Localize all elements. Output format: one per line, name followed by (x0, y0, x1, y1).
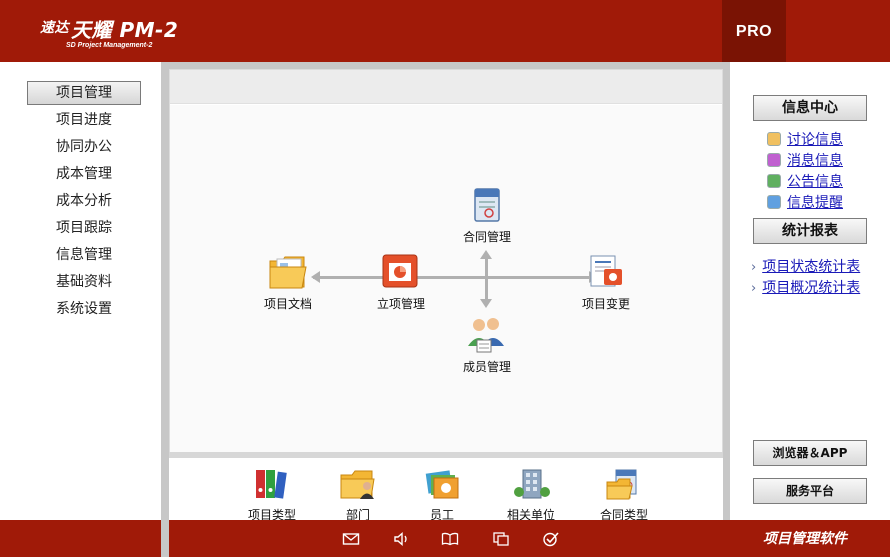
arrow-up (480, 250, 492, 259)
reports-button[interactable]: 统计报表 (753, 218, 867, 244)
connector-horizontal (313, 276, 593, 279)
discussion-icon (767, 132, 781, 146)
document-change-icon (590, 255, 622, 287)
bottom-item-contract-type[interactable]: 合同类型 (584, 468, 664, 523)
message-icon (767, 153, 781, 167)
info-center-button[interactable]: 信息中心 (753, 95, 867, 121)
node-project-docs[interactable]: 项目文档 (243, 251, 333, 312)
department-folder-icon (340, 470, 375, 499)
footer-left (0, 520, 161, 557)
nav-item-project-tracking[interactable]: 项目跟踪 (27, 216, 141, 240)
building-icon (514, 469, 550, 499)
browser-app-button[interactable]: 浏览器＆APP (753, 440, 867, 466)
nav-item-info-management[interactable]: 信息管理 (27, 243, 141, 267)
info-link-message[interactable]: 消息信息 (767, 151, 843, 171)
nav-item-project-management[interactable]: 项目管理 (27, 81, 141, 105)
book-icon[interactable] (441, 531, 459, 547)
mail-icon[interactable] (342, 531, 360, 547)
employee-cards-icon (425, 470, 459, 499)
users-icon (468, 318, 504, 353)
nav-item-system-settings[interactable]: 系统设置 (27, 297, 141, 321)
info-link-text[interactable]: 信息提醒 (787, 195, 843, 211)
logo-small-text: 速达 (40, 20, 69, 36)
chevron-right-icon: › (751, 281, 757, 296)
main-panel-toolbar (170, 70, 722, 104)
nav-item-basic-data[interactable]: 基础资料 (27, 270, 141, 294)
reminder-icon (767, 195, 781, 209)
folder-icon (269, 256, 307, 289)
report-link-text[interactable]: 项目概况统计表 (762, 280, 860, 296)
info-link-text[interactable]: 公告信息 (787, 174, 843, 190)
bottom-item-department[interactable]: 部门 (318, 468, 398, 523)
info-link-reminder[interactable]: 信息提醒 (767, 193, 843, 213)
info-link-text[interactable]: 消息信息 (787, 153, 843, 169)
node-label: 项目文档 (263, 297, 312, 311)
logo-subtitle: SD Project Management-2 (66, 42, 153, 49)
footer-title: 项目管理软件 (763, 531, 847, 547)
node-label: 合同管理 (462, 230, 511, 244)
app-logo: 速达 天耀 PM-2 SD Project Management-2 (40, 14, 178, 49)
speaker-icon[interactable] (393, 531, 411, 547)
report-link-text[interactable]: 项目状态统计表 (762, 259, 860, 275)
contract-type-icon (606, 469, 637, 500)
report-link-overview[interactable]: › 项目概况统计表 (751, 278, 860, 298)
nav-item-project-progress[interactable]: 项目进度 (27, 108, 141, 132)
bottom-item-employee[interactable]: 员工 (402, 468, 482, 523)
arrow-down (480, 299, 492, 308)
chevron-right-icon: › (751, 260, 757, 275)
bottom-item-project-type[interactable]: 项目类型 (232, 468, 312, 523)
connector-vertical (485, 257, 488, 299)
info-link-text[interactable]: 讨论信息 (787, 132, 843, 148)
node-contract-management[interactable]: 合同管理 (442, 186, 532, 245)
announcement-icon (767, 174, 781, 188)
nav-item-cost-management[interactable]: 成本管理 (27, 162, 141, 186)
node-project-change[interactable]: 项目变更 (561, 251, 651, 312)
app-header: 速达 天耀 PM-2 SD Project Management-2 PRO (0, 0, 890, 62)
nav-item-cost-analysis[interactable]: 成本分析 (27, 189, 141, 213)
node-label: 立项管理 (376, 297, 425, 311)
contract-document-icon (474, 188, 500, 222)
edition-badge: PRO (722, 0, 786, 62)
binders-icon (256, 470, 287, 499)
node-label: 成员管理 (462, 360, 511, 374)
service-platform-button[interactable]: 服务平台 (753, 478, 867, 504)
info-link-announcement[interactable]: 公告信息 (767, 172, 843, 192)
logo-main-text: 天耀 PM-2 (71, 18, 179, 42)
check-circle-icon[interactable] (542, 531, 560, 547)
bottom-item-related-units[interactable]: 相关单位 (491, 468, 571, 523)
presentation-icon (382, 254, 418, 288)
nav-item-collaboration[interactable]: 协同办公 (27, 135, 141, 159)
info-link-discussion[interactable]: 讨论信息 (767, 130, 843, 150)
node-project-setup[interactable]: 立项管理 (356, 251, 446, 312)
node-member-management[interactable]: 成员管理 (442, 314, 532, 375)
node-label: 项目变更 (581, 297, 630, 311)
report-link-status[interactable]: › 项目状态统计表 (751, 257, 860, 277)
windows-icon[interactable] (492, 531, 510, 547)
